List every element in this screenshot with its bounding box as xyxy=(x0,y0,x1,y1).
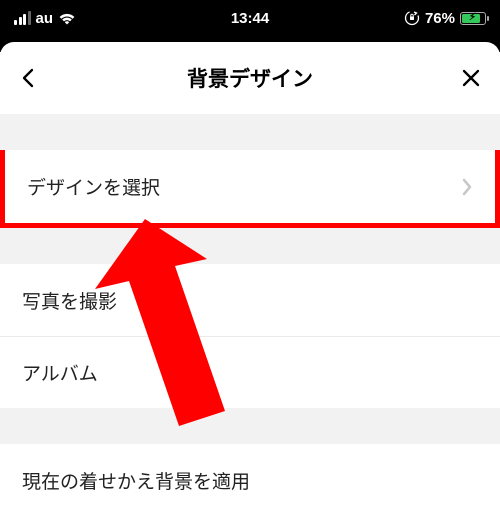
row-album[interactable]: アルバム xyxy=(0,336,500,408)
battery-icon: ⚡︎ xyxy=(460,12,486,25)
signal-icon xyxy=(14,11,31,25)
status-time: 13:44 xyxy=(231,10,269,27)
orientation-lock-icon xyxy=(404,10,420,26)
list-section-2: 写真を撮影 アルバム xyxy=(0,264,500,408)
section-gap xyxy=(0,114,500,150)
list-section-1: デザインを選択 xyxy=(0,150,500,228)
list-section-3: 現在の着せかえ背景を適用 xyxy=(0,444,500,516)
back-button[interactable] xyxy=(18,67,40,89)
section-gap xyxy=(0,228,500,264)
carrier-label: au xyxy=(36,10,54,27)
section-gap xyxy=(0,408,500,444)
row-apply-theme-bg[interactable]: 現在の着せかえ背景を適用 xyxy=(0,444,500,516)
status-left: au xyxy=(14,10,76,27)
row-select-design[interactable]: デザインを選択 xyxy=(0,150,500,228)
battery-percentage: 76% xyxy=(425,10,455,27)
nav-bar: 背景デザイン xyxy=(0,42,500,114)
chevron-right-icon xyxy=(461,178,473,196)
status-bar: au 13:44 76% ⚡︎ xyxy=(0,0,500,36)
row-label: 写真を撮影 xyxy=(22,287,117,314)
status-right: 76% ⚡︎ xyxy=(404,10,486,27)
row-take-photo[interactable]: 写真を撮影 xyxy=(0,264,500,336)
close-button[interactable] xyxy=(460,67,482,89)
row-label: 現在の着せかえ背景を適用 xyxy=(22,467,250,494)
wifi-icon xyxy=(58,12,76,25)
row-label: アルバム xyxy=(22,359,98,386)
row-label: デザインを選択 xyxy=(27,173,160,200)
page-title: 背景デザイン xyxy=(187,63,313,93)
